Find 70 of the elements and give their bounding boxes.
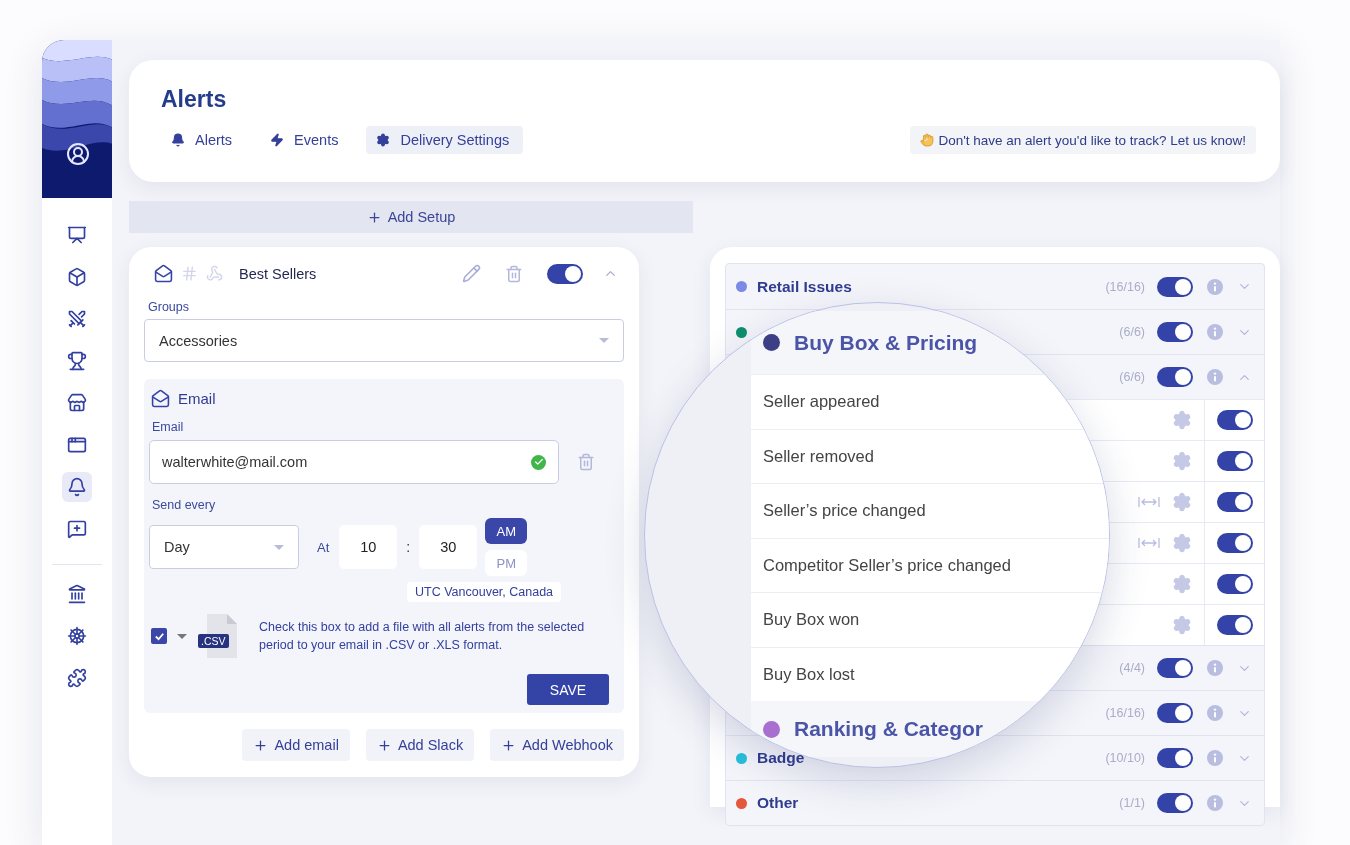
at-label: At: [317, 539, 330, 555]
add-channel-button[interactable]: Add Webhook: [490, 729, 624, 761]
category-name: Retail Issues: [757, 277, 852, 296]
tab[interactable]: Events: [260, 126, 353, 154]
toggle-switch[interactable]: [1216, 615, 1253, 635]
save-button[interactable]: SAVE: [527, 674, 609, 705]
add-setup-button[interactable]: Add Setup: [129, 201, 693, 233]
timezone-label: UTC Vancouver, Canada: [407, 582, 562, 602]
period-option[interactable]: AM: [485, 518, 528, 544]
field-label: Send every: [152, 498, 217, 512]
envelope-icon: [151, 389, 170, 408]
lightning-icon: [270, 133, 285, 147]
alert-count: (6/6): [1119, 325, 1145, 339]
field-label: Email: [152, 420, 185, 434]
category-name: Ranking & Categor: [794, 717, 984, 741]
toggle-switch[interactable]: [1157, 703, 1193, 723]
toggle-switch[interactable]: [1157, 748, 1193, 768]
attach-note: Check this box to add a file with all alerts from the selected period to your email in .CSV or .XLS format.: [259, 619, 586, 654]
toggle-switch[interactable]: [1157, 658, 1193, 678]
user-avatar-icon[interactable]: [65, 142, 90, 166]
alert-count: (4/4): [1119, 661, 1145, 675]
toggle-switch[interactable]: [1216, 492, 1253, 512]
category-name: Badge: [757, 749, 805, 767]
alert-name: Seller’s price changed: [751, 483, 1109, 538]
tab[interactable]: Alerts: [161, 126, 247, 154]
toggle-switch[interactable]: [1157, 276, 1193, 297]
time-separator: :: [405, 539, 412, 555]
feedback-link[interactable]: Don't have an alert you'd like to track? Let us know!: [910, 126, 1256, 154]
toggle-switch[interactable]: [547, 263, 583, 284]
settings-icon: [376, 133, 391, 147]
envelope-icon[interactable]: [154, 264, 173, 284]
bell-icon: [171, 133, 185, 147]
hour-field[interactable]: 10: [339, 525, 398, 569]
toggle-switch[interactable]: [1216, 574, 1253, 594]
toggle-switch[interactable]: [1216, 410, 1253, 430]
groups-select[interactable]: Accessories: [144, 319, 624, 362]
check-icon: [153, 630, 165, 642]
plus-icon: [376, 737, 392, 753]
pencil-icon[interactable]: [462, 264, 481, 284]
caret-icon[interactable]: [177, 633, 187, 639]
toggle-switch[interactable]: [1157, 322, 1193, 342]
add-channel-button[interactable]: Add Slack: [365, 729, 475, 761]
alert-count: (16/16): [1105, 706, 1145, 720]
category-name: Buy Box & Pricing: [794, 330, 978, 355]
toggle-switch[interactable]: [1216, 533, 1253, 553]
minute-field[interactable]: 30: [419, 525, 478, 569]
alert-name: Competitor Seller’s price changed: [751, 537, 1109, 592]
plus-icon: [253, 737, 269, 753]
bell-icon[interactable]: [62, 472, 92, 502]
alert-count: (10/10): [1105, 751, 1145, 765]
page-title: Alerts: [161, 86, 228, 113]
plus-icon: [366, 209, 382, 225]
field-label: Groups: [148, 300, 190, 315]
file-type-label: .CSV: [198, 634, 229, 648]
tab[interactable]: Delivery Settings: [366, 126, 524, 154]
category-name: Other: [757, 794, 799, 812]
alert-count: (1/1): [1119, 796, 1145, 810]
add-channel-button[interactable]: Add email: [242, 729, 350, 761]
alert-count: (16/16): [1105, 279, 1145, 294]
frequency-select[interactable]: Day: [149, 525, 299, 569]
toggle-switch[interactable]: [1157, 367, 1193, 387]
setup-name: Best Sellers: [239, 265, 317, 282]
attach-checkbox[interactable]: [151, 628, 167, 644]
toggle-switch[interactable]: [1216, 451, 1253, 471]
channel-title: Email: [178, 390, 216, 407]
plus-icon: [501, 737, 517, 753]
alert-count: (6/6): [1119, 370, 1145, 384]
email-field[interactable]: walterwhite@mail.com: [149, 440, 559, 484]
waving-hand-icon: [920, 133, 935, 147]
toggle-switch[interactable]: [1157, 793, 1193, 813]
